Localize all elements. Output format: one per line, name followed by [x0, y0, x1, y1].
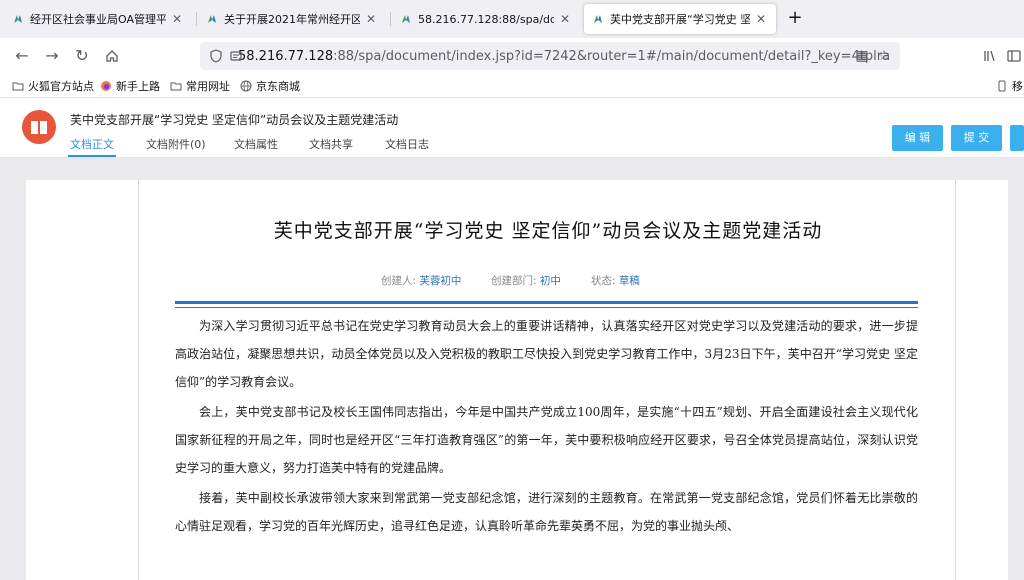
article-paragraph: 会上，芙中党支部书记及校长王国伟同志指出，今年是中国共产党成立100周年，是实施…: [175, 405, 918, 475]
close-tab-icon[interactable]: ✕: [170, 12, 184, 26]
edit-button[interactable]: 编 辑: [892, 125, 943, 151]
bookmark-label: 火狐官方站点: [28, 80, 94, 93]
browser-nav-bar: ← → ↻ 58.216.77.128:88/spa/document/inde…: [0, 38, 1024, 74]
close-tab-icon[interactable]: ✕: [364, 12, 378, 26]
folder-icon: [170, 82, 182, 91]
url-path: :88/spa/document/index.jsp?id=7242&route…: [333, 48, 891, 64]
close-tab-icon[interactable]: ✕: [754, 12, 768, 26]
status-value: 草稿: [618, 275, 640, 287]
site-favicon-icon: [208, 15, 216, 23]
forward-arrow-icon[interactable]: →: [42, 46, 62, 66]
more-button[interactable]: [1010, 125, 1024, 151]
tab-properties[interactable]: 文档属性: [234, 136, 278, 152]
new-tab-button[interactable]: +: [784, 8, 806, 30]
tab-separator: [390, 12, 391, 26]
creator-meta: 创建人: 芙蓉初中: [381, 273, 461, 288]
browser-tab-active[interactable]: 芙中党支部开展“学习党史 坚定 ✕: [584, 4, 776, 34]
bookmark-item[interactable]: 移: [996, 78, 1023, 94]
tab-title: 58.216.77.128:88/spa/docum: [418, 12, 554, 26]
status-meta: 状态: 草稿: [591, 273, 640, 288]
tab-document-body[interactable]: 文档正文: [70, 136, 114, 152]
status-label: 状态:: [591, 275, 616, 287]
document-page: 芙中党支部开展“学习党史 坚定信仰”动员会议及主题党建活动 创建人: 芙蓉初中 …: [138, 180, 956, 580]
bookmark-item[interactable]: 新手上路: [100, 78, 160, 94]
active-tab-indicator: [68, 155, 116, 157]
department-value: 初中: [539, 275, 561, 287]
library-icon[interactable]: [980, 46, 1000, 66]
browser-tab[interactable]: 关于开展2021年常州经开区“幸 ✕: [198, 4, 386, 34]
page-margin-left: [26, 180, 138, 580]
qr-code-icon[interactable]: ▦: [854, 48, 870, 64]
browser-tab-bar: 经开区社会事业局OA管理平台 ✕ 关于开展2021年常州经开区“幸 ✕ 58.2…: [0, 0, 1024, 38]
bookmark-item[interactable]: 京东商城: [240, 78, 300, 94]
article-paragraph: 接着，芙中副校长承波带领大家来到常武第一党支部纪念馆，进行深刻的主题教育。在常武…: [175, 491, 918, 533]
globe-icon: [240, 80, 252, 92]
creator-label: 创建人:: [381, 275, 417, 287]
browser-tab[interactable]: 58.216.77.128:88/spa/docum ✕: [392, 4, 580, 34]
department-label: 创建部门:: [491, 275, 537, 287]
page-info-icon[interactable]: [230, 49, 242, 63]
url-host: 58.216.77.128: [238, 48, 334, 64]
tab-title: 经开区社会事业局OA管理平台: [30, 13, 166, 26]
bookmark-item[interactable]: 火狐官方站点: [12, 78, 94, 94]
reload-icon[interactable]: ↻: [72, 46, 92, 66]
creator-value: 芙蓉初中: [419, 275, 462, 287]
close-tab-icon[interactable]: ✕: [558, 12, 572, 26]
sidebar-icon[interactable]: [1004, 46, 1024, 66]
browser-tab[interactable]: 经开区社会事业局OA管理平台 ✕: [4, 4, 192, 34]
bookmark-label: 移: [1012, 80, 1023, 93]
tab-separator: [196, 12, 197, 26]
back-arrow-icon[interactable]: ←: [12, 46, 32, 66]
header-rule-thin: [175, 307, 918, 308]
url-text[interactable]: 58.216.77.128:88/spa/document/index.jsp?…: [238, 49, 890, 64]
book-icon: [31, 121, 47, 134]
bookmark-label: 京东商城: [256, 80, 300, 93]
department-meta: 创建部门: 初中: [491, 273, 561, 288]
article-paragraph: 为深入学习贯彻习近平总书记在党史学习教育动员大会上的重要讲话精神，认真落实经开区…: [175, 319, 918, 389]
tab-title: 芙中党支部开展“学习党史 坚定: [610, 13, 750, 26]
site-favicon-icon: [594, 15, 602, 23]
page-margin-right: [956, 180, 1008, 580]
bookmark-item[interactable]: 常用网址: [170, 78, 230, 94]
mobile-icon: [998, 80, 1006, 92]
document-header-title: 芙中党支部开展“学习党史 坚定信仰”动员会议及主题党建活动: [70, 113, 399, 127]
bookmark-star-icon[interactable]: ☆: [876, 48, 892, 64]
folder-icon: [12, 82, 24, 91]
tab-title: 关于开展2021年常州经开区“幸: [224, 13, 360, 26]
bookmarks-bar: 火狐官方站点 新手上路 常用网址 京东商城 移: [0, 74, 1024, 98]
home-icon[interactable]: [102, 46, 122, 66]
document-logo: [22, 110, 56, 144]
header-rule: [175, 301, 918, 304]
firefox-icon: [101, 81, 111, 91]
article-title: 芙中党支部开展“学习党史 坚定信仰”动员会议及主题党建活动: [273, 220, 823, 242]
tab-attachments[interactable]: 文档附件(0): [146, 136, 206, 152]
url-bar[interactable]: 58.216.77.128:88/spa/document/index.jsp?…: [200, 42, 900, 70]
site-favicon-icon: [14, 15, 22, 23]
document-header: 芙中党支部开展“学习党史 坚定信仰”动员会议及主题党建活动 文档正文 文档附件(…: [0, 98, 1024, 158]
document-viewer: 芙中党支部开展“学习党史 坚定信仰”动员会议及主题党建活动 创建人: 芙蓉初中 …: [0, 158, 1024, 580]
shield-icon[interactable]: [210, 49, 222, 63]
submit-button[interactable]: 提 交: [951, 125, 1002, 151]
tab-sharing[interactable]: 文档共享: [309, 136, 353, 152]
bookmark-label: 常用网址: [186, 80, 230, 93]
tab-log[interactable]: 文档日志: [385, 136, 429, 152]
bookmark-label: 新手上路: [116, 80, 160, 93]
site-favicon-icon: [402, 15, 410, 23]
